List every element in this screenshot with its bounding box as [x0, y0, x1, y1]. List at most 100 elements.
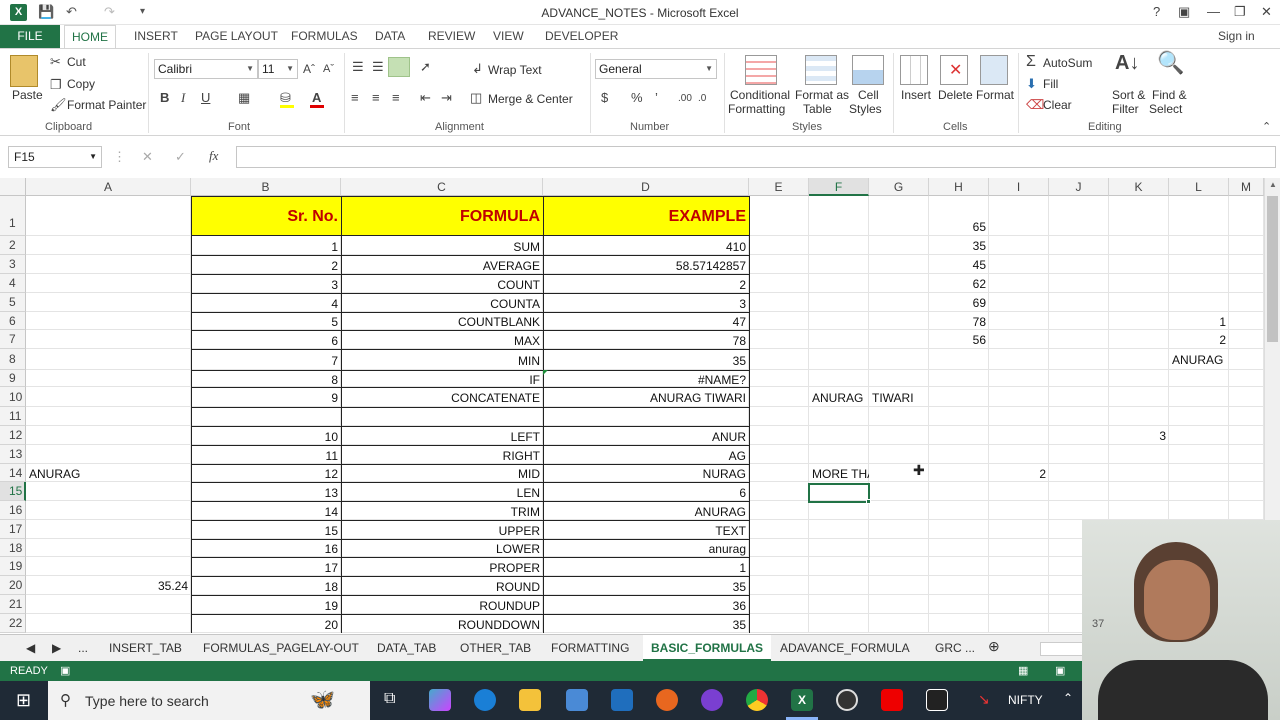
table-cell-b18[interactable]: 16 — [191, 539, 342, 558]
row-header-18[interactable]: 18 — [0, 539, 26, 557]
insert-function-button[interactable]: fx — [209, 148, 218, 164]
file-explorer-icon[interactable] — [519, 689, 541, 711]
header-srno[interactable]: Sr. No. — [191, 196, 342, 236]
fill-button[interactable]: Fill — [1043, 77, 1058, 91]
column-header-a[interactable]: A — [26, 178, 191, 196]
format-cells-button[interactable]: Format — [976, 88, 1014, 102]
column-header-i[interactable]: I — [989, 178, 1049, 196]
row-header-5[interactable]: 5 — [0, 293, 26, 312]
app-icon[interactable] — [701, 689, 723, 711]
row-header-6[interactable]: 6 — [0, 312, 26, 330]
ribbon-display-icon[interactable]: ▣ — [1178, 3, 1190, 21]
cell-h7[interactable]: 56 — [929, 330, 989, 349]
table-cell-c7[interactable]: MAX — [341, 330, 544, 350]
table-cell-d19[interactable]: 1 — [543, 557, 750, 577]
table-cell-d18[interactable]: anurag — [543, 539, 750, 558]
table-cell-d15[interactable]: 6 — [543, 482, 750, 502]
column-header-c[interactable]: C — [341, 178, 543, 196]
paste-icon[interactable] — [10, 55, 38, 87]
table-cell-b14[interactable]: 12 — [191, 464, 342, 483]
task-view-icon[interactable]: ⧉ — [384, 690, 395, 708]
table-cell-d11[interactable] — [543, 407, 750, 427]
table-cell-c21[interactable]: ROUNDUP — [341, 595, 544, 615]
table-cell-c9[interactable]: IF — [341, 370, 544, 388]
table-cell-d7[interactable]: 78 — [543, 330, 750, 350]
row-header-4[interactable]: 4 — [0, 274, 26, 293]
vertical-scroll-thumb[interactable] — [1267, 196, 1278, 342]
table-cell-d9[interactable]: #NAME? — [543, 370, 750, 388]
table-cell-d4[interactable]: 2 — [543, 274, 750, 294]
comma-button[interactable]: ’ — [655, 90, 658, 106]
worksheet-grid[interactable]: ABCDEFGHIJKLM 1 2 3 4 5 6 7 8 9 10 11 12 13 14 15 16 17 1… — [0, 178, 1264, 633]
sheet-tab-advance-formula[interactable]: ADAVANCE_FORMULA — [780, 641, 910, 655]
table-cell-c14[interactable]: MID — [341, 464, 544, 483]
table-cell-d22[interactable]: 35 — [543, 614, 750, 633]
row-header-11[interactable]: 11 — [0, 407, 26, 426]
table-cell-c17[interactable]: UPPER — [341, 520, 544, 540]
row-header-1[interactable]: 1 — [0, 196, 26, 236]
row-header-9[interactable]: 9 — [0, 370, 26, 387]
bold-button[interactable]: B — [160, 90, 169, 106]
add-sheet-icon[interactable]: ⊕ — [988, 638, 1000, 655]
firefox-icon[interactable] — [656, 689, 678, 711]
table-cell-c6[interactable]: COUNTBLANK — [341, 312, 544, 331]
cell-i14[interactable]: 2 — [989, 464, 1049, 482]
table-cell-c18[interactable]: LOWER — [341, 539, 544, 558]
column-header-b[interactable]: B — [191, 178, 341, 196]
tab-view[interactable]: VIEW — [493, 29, 524, 43]
name-box[interactable]: F15 ▼ — [8, 146, 102, 168]
font-name-select[interactable]: Calibri ▼ — [154, 59, 258, 79]
table-cell-b12[interactable]: 10 — [191, 426, 342, 446]
cut-button[interactable]: Cut — [67, 55, 86, 69]
table-cell-b17[interactable]: 15 — [191, 520, 342, 540]
table-cell-c16[interactable]: TRIM — [341, 501, 544, 521]
fill-color-icon[interactable]: ⛁ — [280, 90, 291, 106]
orientation-icon[interactable]: ➚ — [420, 59, 431, 75]
table-cell-b19[interactable]: 17 — [191, 557, 342, 577]
column-header-e[interactable]: E — [749, 178, 809, 196]
wrap-text-button[interactable]: Wrap Text — [488, 63, 542, 77]
table-cell-d21[interactable]: 36 — [543, 595, 750, 615]
column-header-g[interactable]: G — [869, 178, 929, 196]
format-painter-button[interactable]: Format Painter — [67, 98, 146, 112]
table-cell-b5[interactable]: 4 — [191, 293, 342, 313]
table-cell-c13[interactable]: RIGHT — [341, 445, 544, 465]
sheet-tab-grc[interactable]: GRC ... — [935, 641, 975, 655]
table-cell-b11[interactable] — [191, 407, 342, 427]
table-cell-c2[interactable]: SUM — [341, 236, 544, 256]
table-cell-c19[interactable]: PROPER — [341, 557, 544, 577]
table-cell-b21[interactable]: 19 — [191, 595, 342, 615]
cell-h3[interactable]: 45 — [929, 255, 989, 274]
next-sheet-icon[interactable]: ▶ — [52, 641, 61, 655]
close-icon[interactable]: ✕ — [1261, 3, 1272, 21]
cell-g10[interactable]: TIWARI — [869, 387, 929, 407]
middle-align-icon[interactable]: ☰ — [372, 59, 384, 75]
decrease-indent-icon[interactable]: ⇤ — [420, 90, 431, 106]
enter-icon[interactable]: ✓ — [175, 149, 186, 165]
tab-formulas[interactable]: FORMULAS — [291, 29, 358, 43]
borders-icon[interactable]: ▦ — [238, 90, 250, 106]
tab-developer[interactable]: DEVELOPER — [545, 29, 618, 43]
table-cell-c11[interactable] — [341, 407, 544, 427]
sheet-tab-formatting[interactable]: FORMATTING — [551, 641, 629, 655]
store-icon[interactable] — [566, 689, 588, 711]
minimize-icon[interactable]: — — [1207, 3, 1220, 21]
cell-f10[interactable]: ANURAG — [809, 387, 869, 407]
cell-f14[interactable]: MORE THA — [809, 464, 869, 482]
tray-chevron-icon[interactable]: ⌃ — [1063, 691, 1073, 705]
sheet-tab-more-left[interactable]: ... — [78, 641, 88, 655]
align-right-icon[interactable]: ≡ — [392, 90, 400, 106]
row-header-12[interactable]: 12 — [0, 426, 26, 445]
increase-decimal-icon[interactable]: .00 — [678, 91, 692, 107]
table-cell-d8[interactable]: 35 — [543, 349, 750, 371]
column-header-l[interactable]: L — [1169, 178, 1229, 196]
row-header-19[interactable]: 19 — [0, 557, 26, 576]
table-cell-b7[interactable]: 6 — [191, 330, 342, 350]
table-cell-d17[interactable]: TEXT — [543, 520, 750, 540]
taskbar-search[interactable]: ⚲ Type here to search 🦋 — [48, 681, 370, 720]
row-header-2[interactable]: 2 — [0, 236, 26, 255]
normal-view-icon[interactable]: ▦ — [1018, 664, 1028, 677]
shrink-font-icon[interactable]: Aˇ — [323, 61, 334, 77]
table-cell-d13[interactable]: AG — [543, 445, 750, 465]
table-cell-b8[interactable]: 7 — [191, 349, 342, 371]
